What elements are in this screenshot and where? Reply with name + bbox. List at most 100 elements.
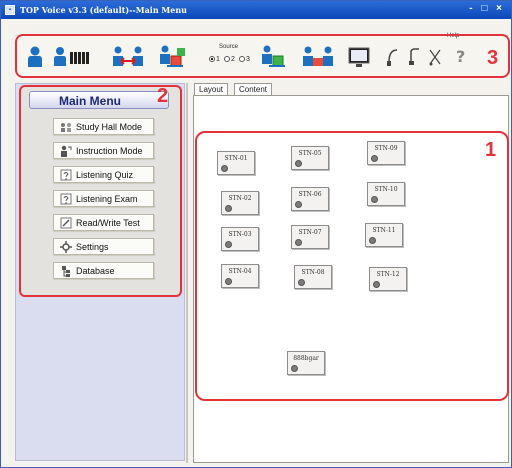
toolbar: Source 1 2 3 ?	[15, 35, 509, 79]
group-green-icon	[262, 45, 285, 67]
window-controls[interactable]: - □ ×	[469, 3, 505, 14]
radio-selected-icon	[209, 56, 215, 63]
student-grid-icon	[54, 47, 89, 66]
station-stn-06[interactable]: STN-06	[291, 187, 329, 211]
database-icon	[62, 266, 70, 277]
station-label: STN-11	[372, 227, 396, 234]
station-status-icon	[225, 205, 232, 212]
station-label: STN-07	[298, 229, 322, 236]
main-menu-title: Main Menu	[59, 94, 121, 108]
menu-item-instruction-mode[interactable]: Instruction Mode	[53, 142, 154, 159]
quiz-icon	[60, 169, 72, 181]
menu-item-read-write-test[interactable]: Read/Write Test	[53, 214, 154, 231]
station-stn-11[interactable]: STN-11	[365, 223, 403, 247]
microphone-icon	[409, 48, 419, 65]
title-bar: ▪ TOP Voice v3.3 (default)--Main Menu - …	[1, 1, 511, 19]
window-title: TOP Voice v3.3 (default)--Main Menu	[20, 5, 187, 15]
pair-students-button[interactable]	[111, 44, 145, 70]
help-label: Help	[447, 33, 460, 39]
student-grid-button[interactable]	[51, 44, 93, 70]
station-stn-09[interactable]: STN-09	[367, 141, 405, 165]
headset-button[interactable]	[385, 44, 401, 70]
station-stn-12[interactable]: STN-12	[369, 267, 407, 291]
disconnect-icon	[429, 49, 441, 66]
single-student-icon	[28, 46, 42, 67]
station-label: STN-05	[298, 150, 322, 157]
source-radio-2[interactable]: 2	[224, 56, 235, 63]
pair-arrows-icon	[113, 46, 143, 66]
station-stn-04[interactable]: STN-04	[221, 264, 259, 288]
station-teacher[interactable]: 888bgar	[287, 351, 325, 375]
pair-group-button[interactable]	[301, 44, 335, 70]
station-label: STN-06	[298, 191, 322, 198]
group-button[interactable]	[157, 44, 187, 70]
single-student-button[interactable]	[21, 44, 49, 70]
help-icon: ?	[456, 47, 465, 66]
station-stn-10[interactable]: STN-10	[367, 182, 405, 206]
monitor-icon	[348, 47, 370, 67]
station-stn-05[interactable]: STN-05	[291, 146, 329, 170]
station-stn-01[interactable]: STN-01	[217, 151, 255, 175]
menu-item-database[interactable]: Database	[53, 262, 154, 279]
main-menu: Main Menu Study Hall Mode Instruction Mo…	[19, 85, 182, 297]
station-label: STN-02	[228, 195, 252, 202]
station-label: 888bgar	[293, 355, 319, 362]
radio-icon	[224, 56, 230, 63]
station-status-icon	[295, 239, 302, 246]
station-status-icon	[371, 196, 378, 203]
station-stn-02[interactable]: STN-02	[221, 191, 259, 215]
station-status-icon	[371, 155, 378, 162]
radio-icon	[239, 56, 245, 63]
callout-1: 1	[485, 139, 497, 161]
group-icon	[160, 45, 185, 67]
menu-item-label: Read/Write Test	[76, 218, 140, 228]
station-stn-07[interactable]: STN-07	[291, 225, 329, 249]
callout-2: 2	[157, 85, 169, 107]
source-radio-1[interactable]: 1	[209, 56, 220, 63]
microphone-button[interactable]	[407, 44, 423, 70]
svg-text:?: ?	[456, 47, 465, 66]
headset-icon	[387, 49, 398, 66]
station-label: STN-12	[376, 271, 400, 278]
station-status-icon	[225, 241, 232, 248]
station-stn-03[interactable]: STN-03	[221, 227, 259, 251]
source-radio-3[interactable]: 3	[239, 56, 250, 63]
app-icon: ▪	[5, 5, 15, 15]
exam-icon	[60, 193, 72, 205]
menu-item-listening-exam[interactable]: Listening Exam	[53, 190, 154, 207]
station-status-icon	[221, 165, 228, 172]
station-status-icon	[291, 365, 298, 372]
app-window: ▪ TOP Voice v3.3 (default)--Main Menu - …	[0, 0, 512, 468]
source-selector: Source 1 2 3	[209, 44, 253, 72]
menu-item-label: Instruction Mode	[76, 146, 143, 156]
station-label: STN-08	[301, 269, 325, 276]
panel-splitter[interactable]	[186, 83, 188, 463]
menu-item-label: Database	[76, 266, 115, 276]
menu-item-label: Settings	[76, 242, 109, 252]
station-label: STN-09	[374, 145, 398, 152]
station-status-icon	[295, 160, 302, 167]
menu-item-label: Listening Quiz	[76, 170, 134, 180]
pair-group-icon	[303, 46, 333, 66]
menu-item-label: Listening Exam	[76, 194, 138, 204]
read-write-icon	[60, 217, 72, 229]
station-label: STN-10	[374, 186, 398, 193]
group-green-button[interactable]	[259, 44, 289, 70]
help-button[interactable]: ?	[451, 44, 469, 70]
station-status-icon	[225, 278, 232, 285]
station-label: STN-04	[228, 268, 252, 275]
main-menu-header: Main Menu	[29, 91, 169, 109]
station-label: STN-01	[224, 155, 248, 162]
station-status-icon	[295, 201, 302, 208]
monitor-button[interactable]	[345, 44, 373, 70]
station-status-icon	[373, 281, 380, 288]
callout-3: 3	[487, 47, 499, 69]
menu-item-study-hall-mode[interactable]: Study Hall Mode	[53, 118, 154, 135]
station-status-icon	[369, 237, 376, 244]
study-hall-icon	[61, 123, 71, 132]
menu-item-listening-quiz[interactable]: Listening Quiz	[53, 166, 154, 183]
station-stn-08[interactable]: STN-08	[294, 265, 332, 289]
disconnect-button[interactable]	[427, 44, 443, 70]
menu-item-settings[interactable]: Settings	[53, 238, 154, 255]
instruction-icon	[61, 145, 72, 157]
